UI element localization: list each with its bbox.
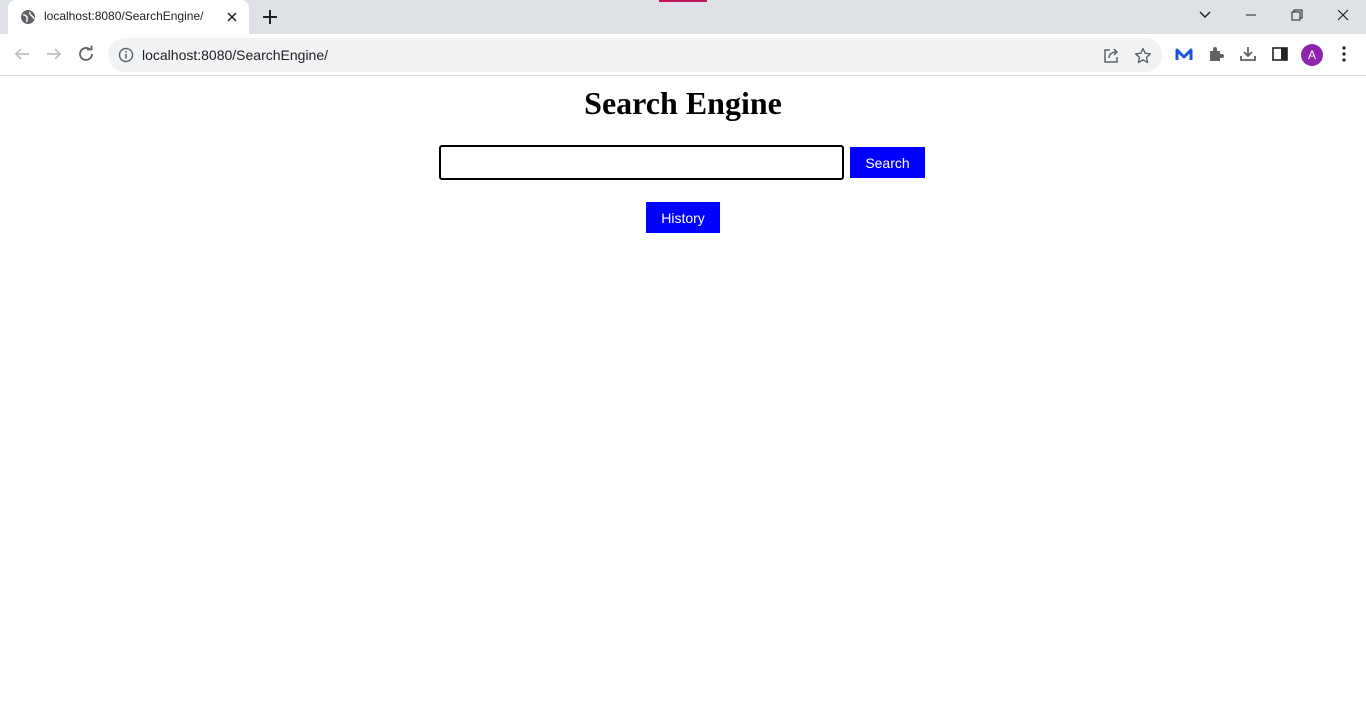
minimize-icon [1246, 14, 1256, 16]
reload-button[interactable] [74, 42, 98, 66]
tab-search-button[interactable] [1182, 0, 1228, 30]
browser-tab[interactable]: localhost:8080/SearchEngine/ [8, 0, 249, 34]
forward-button[interactable] [42, 42, 66, 66]
browser-menu-button[interactable] [1332, 42, 1356, 66]
search-input[interactable] [439, 145, 844, 180]
chevron-down-icon [1199, 11, 1211, 18]
close-window-button[interactable] [1320, 0, 1366, 30]
history-button[interactable]: History [646, 202, 720, 233]
info-icon[interactable] [118, 47, 134, 63]
arrow-right-icon [47, 48, 62, 60]
restore-button[interactable] [1274, 0, 1320, 30]
tab-title: localhost:8080/SearchEngine/ [44, 9, 204, 23]
malwarebytes-icon [1175, 48, 1193, 60]
close-tab-icon[interactable] [224, 9, 240, 25]
tab-strip: localhost:8080/SearchEngine/ [0, 0, 1366, 34]
side-panel-button[interactable] [1268, 42, 1292, 66]
extensions-button[interactable] [1204, 42, 1228, 66]
page-content: Search Engine Search History [0, 77, 1366, 728]
puzzle-icon [1210, 47, 1224, 61]
side-panel-icon [1272, 47, 1288, 61]
new-tab-icon[interactable] [258, 5, 282, 29]
close-icon [1337, 9, 1349, 21]
address-url[interactable]: localhost:8080/SearchEngine/ [142, 47, 328, 63]
back-button[interactable] [10, 42, 34, 66]
extension-m-button[interactable] [1172, 42, 1196, 66]
download-icon [1240, 47, 1256, 61]
minimize-button[interactable] [1228, 0, 1274, 30]
arrow-left-icon [14, 48, 29, 60]
restore-icon [1291, 9, 1303, 21]
reload-icon [79, 45, 93, 61]
address-bar[interactable]: localhost:8080/SearchEngine/ [108, 38, 1162, 72]
browser-toolbar: localhost:8080/SearchEngine/ A [0, 34, 1366, 76]
search-button[interactable]: Search [850, 147, 925, 178]
bookmark-star-icon[interactable] [1134, 47, 1152, 65]
more-vertical-icon [1342, 46, 1346, 62]
share-icon[interactable] [1102, 47, 1120, 65]
downloads-button[interactable] [1236, 42, 1260, 66]
profile-avatar[interactable]: A [1301, 44, 1323, 66]
tab-strip-accent [659, 0, 707, 2]
page-title: Search Engine [584, 85, 782, 121]
globe-icon [21, 10, 35, 24]
